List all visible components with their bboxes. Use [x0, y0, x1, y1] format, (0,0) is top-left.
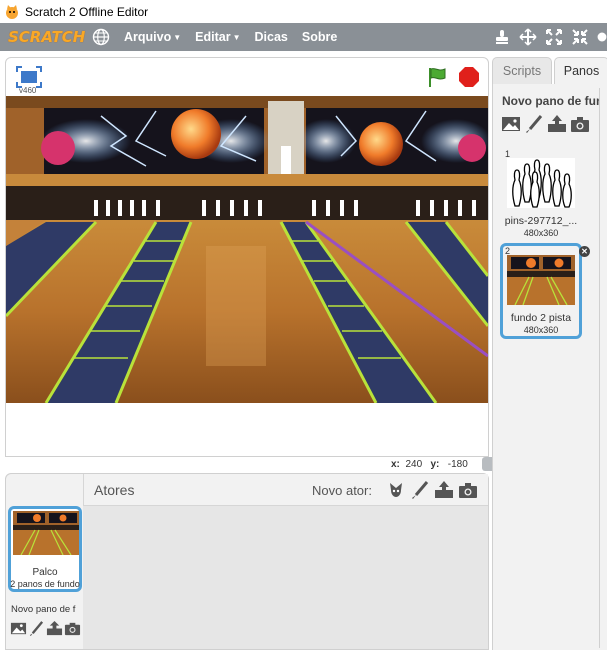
bowling-alley-image — [6, 96, 488, 403]
new-backdrop-title: Novo pano de fundo — [502, 94, 607, 108]
menubar-tools — [493, 23, 607, 51]
new-sprite-tools — [386, 480, 482, 500]
stage-thumbnail[interactable]: Palco 2 panos de fundo — [8, 506, 82, 592]
upload-icon[interactable] — [434, 480, 454, 500]
backdrop-thumbnail-pins — [507, 158, 575, 208]
stage-thumbnail-label: Palco — [32, 567, 58, 578]
backdrop-item-2[interactable]: 2 fundo 2 pista 480x360 — [500, 243, 582, 339]
new-sprite-label: Novo ator: — [312, 483, 372, 498]
sprite-header: Atores Novo ator: — [83, 474, 488, 506]
grow-icon[interactable] — [545, 28, 563, 46]
stage-backdrop-count: 2 panos de fundo — [10, 579, 80, 589]
camera-icon[interactable] — [570, 114, 590, 134]
scratch-logo[interactable]: SCRATCH — [8, 28, 85, 46]
window-title: Scratch 2 Offline Editor — [25, 4, 149, 19]
sprites-title: Atores — [94, 482, 135, 498]
language-globe-icon[interactable] — [92, 28, 110, 46]
camera-icon[interactable] — [64, 620, 81, 637]
backdrop-size: 480x360 — [523, 325, 559, 335]
backdrop-name: pins-297712_... — [504, 215, 578, 227]
sprite-library-icon[interactable] — [386, 480, 406, 500]
backdrop-library-icon[interactable] — [501, 114, 521, 134]
paint-brush-icon[interactable] — [524, 114, 544, 134]
cut-scissors-icon[interactable] — [519, 28, 537, 46]
new-backdrop-tools-right — [501, 114, 593, 134]
paint-brush-icon[interactable] — [28, 620, 45, 637]
new-backdrop-label: Novo pano de f — [11, 604, 76, 615]
upload-icon[interactable] — [547, 114, 567, 134]
stage-toolbar: v460 — [6, 58, 488, 96]
delete-backdrop-icon[interactable]: ✕ — [579, 246, 590, 257]
menu-dicas[interactable]: Dicas — [255, 30, 288, 44]
green-flag-icon[interactable] — [426, 66, 448, 88]
paint-brush-icon[interactable] — [410, 480, 430, 500]
tab-scripts[interactable]: Scripts — [492, 57, 552, 84]
backdrop-item-1[interactable]: 1 pins-297712_... 480x360 — [500, 146, 582, 242]
menu-sobre[interactable]: Sobre — [302, 30, 337, 44]
upload-icon[interactable] — [46, 620, 63, 637]
backdrops-panel: Novo pano de fundo 1 pins-297712_... 480… — [492, 84, 607, 650]
chevron-down-icon: ▼ — [232, 32, 241, 42]
menu-editar[interactable]: Editar ▼ — [195, 30, 240, 44]
panel-scrollbar[interactable] — [599, 88, 607, 648]
stage-thumbnail-column: Palco 2 panos de fundo Novo pano de f — [6, 474, 83, 649]
chevron-down-icon: ▼ — [173, 32, 182, 42]
new-backdrop-tools — [10, 620, 82, 637]
backdrop-name: fundo 2 pista — [510, 312, 572, 324]
backdrop-thumbnail-lanes — [507, 255, 575, 305]
camera-icon[interactable] — [458, 480, 478, 500]
backdrop-library-icon[interactable] — [10, 620, 27, 637]
duplicate-stamp-icon[interactable] — [493, 28, 511, 46]
stage-panel: v460 — [5, 57, 489, 457]
menu-bar: SCRATCH Arquivo ▼ Editar ▼ Dicas Sobre — [0, 23, 607, 51]
sprite-library: Palco 2 panos de fundo Novo pano de f At… — [5, 473, 489, 650]
tab-backdrops[interactable]: Panos — [554, 57, 607, 84]
stage-thumbnail-image — [13, 511, 79, 555]
stop-sign-icon[interactable] — [458, 66, 480, 88]
backdrop-size: 480x360 — [523, 228, 559, 238]
editor-tabs: Scripts Panos — [492, 57, 607, 84]
collapse-stage-handle[interactable] — [482, 457, 492, 471]
presentation-mode-icon[interactable] — [16, 66, 42, 88]
menu-arquivo[interactable]: Arquivo ▼ — [124, 30, 181, 44]
version-label: v460 — [19, 86, 37, 95]
mouse-coordinates: x: 240 y: -180 — [391, 459, 468, 470]
shrink-icon[interactable] — [571, 28, 589, 46]
stage-canvas[interactable] — [6, 96, 488, 403]
window-titlebar: Scratch 2 Offline Editor — [0, 0, 607, 23]
scratch-cat-icon — [6, 4, 18, 19]
help-icon[interactable] — [597, 28, 607, 46]
